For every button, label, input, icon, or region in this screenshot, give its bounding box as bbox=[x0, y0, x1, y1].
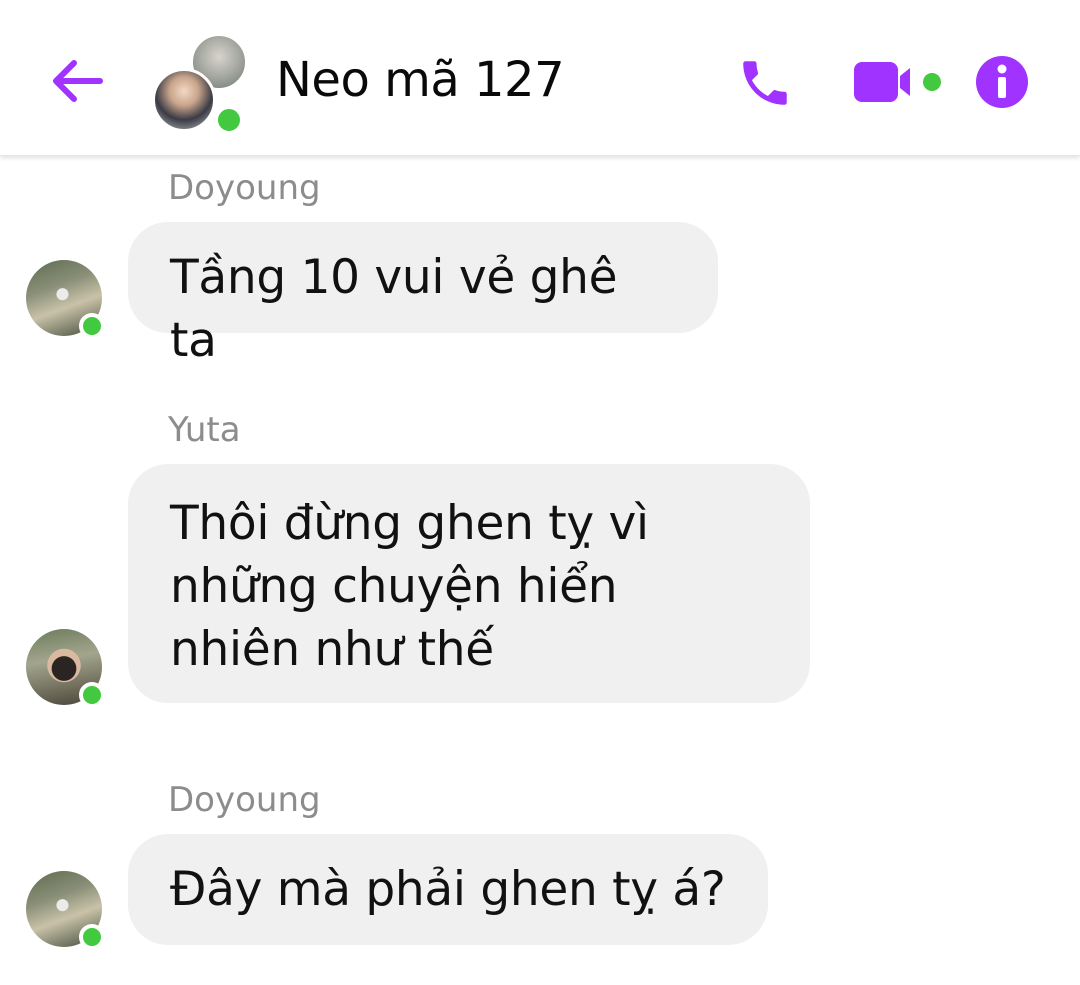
message-text-line: những chuyện hiển bbox=[170, 559, 618, 614]
back-button[interactable] bbox=[48, 56, 104, 106]
message-text-line: nhiên như thế bbox=[170, 622, 494, 677]
sender-name: Yuta bbox=[168, 410, 241, 450]
group-avatar[interactable] bbox=[150, 30, 255, 135]
message-bubble[interactable]: Đây mà phải ghen tỵ á? bbox=[128, 834, 768, 945]
online-status-dot bbox=[214, 105, 244, 135]
sender-avatar[interactable] bbox=[26, 871, 105, 950]
message-text-line: Thôi đừng ghen tỵ vì bbox=[170, 496, 649, 551]
sender-avatar[interactable] bbox=[26, 260, 105, 339]
sender-avatar[interactable] bbox=[26, 629, 105, 708]
online-status-dot bbox=[79, 924, 105, 950]
video-camera-icon bbox=[854, 62, 941, 102]
sender-name: Doyoung bbox=[168, 168, 321, 208]
sender-name: Doyoung bbox=[168, 780, 321, 820]
back-arrow-icon bbox=[53, 60, 103, 102]
message-bubble[interactable]: Thôi đừng ghen tỵ vì những chuyện hiển n… bbox=[128, 464, 810, 703]
video-call-button[interactable] bbox=[852, 58, 946, 106]
voice-call-button[interactable] bbox=[736, 54, 794, 112]
message-text: Tầng 10 vui vẻ ghê ta bbox=[170, 250, 618, 368]
conversation-info-button[interactable] bbox=[974, 54, 1030, 110]
info-icon bbox=[976, 56, 1028, 108]
message-text: Đây mà phải ghen tỵ á? bbox=[170, 862, 726, 917]
chat-title[interactable]: Neo mã 127 bbox=[276, 52, 565, 108]
chat-header: Neo mã 127 bbox=[0, 0, 1080, 156]
message-bubble[interactable]: Tầng 10 vui vẻ ghê ta bbox=[128, 222, 718, 368]
online-status-dot bbox=[79, 682, 105, 708]
member-avatar-photo bbox=[152, 68, 216, 132]
online-status-dot bbox=[79, 313, 105, 339]
phone-icon bbox=[743, 61, 787, 105]
